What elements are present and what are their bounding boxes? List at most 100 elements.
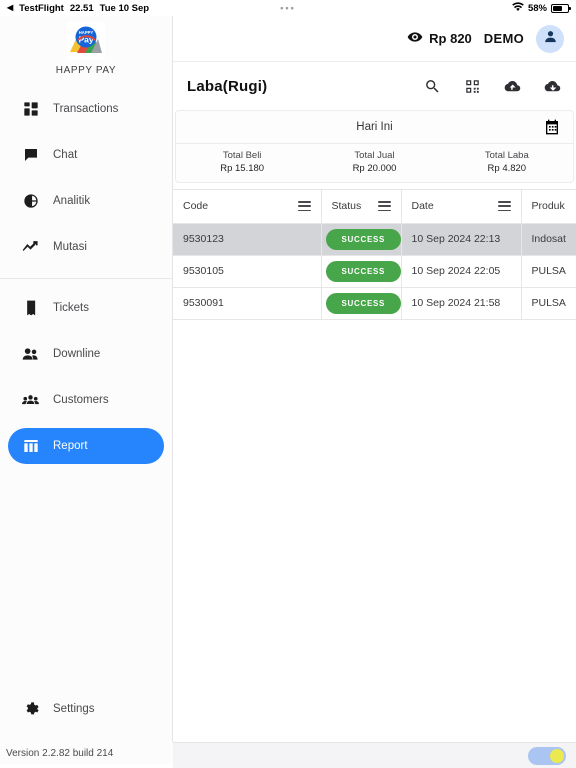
table-body: 9530123 SUCCESS 10 Sep 2024 22:13 Indosa… (173, 223, 576, 320)
sidebar-item-label: Analitik (53, 195, 91, 207)
status-bar-right: 58% (512, 1, 571, 15)
sidebar-item-downline[interactable]: Downline (8, 336, 164, 372)
column-label: Code (183, 200, 209, 213)
search-icon[interactable] (422, 76, 442, 96)
happy-pay-logo: HAPPY Pay (67, 22, 105, 60)
avatar[interactable] (536, 24, 564, 53)
ios-status-bar: ◀ TestFlight 22.51 Tue 10 Sep ••• 58% (0, 0, 576, 16)
sidebar-item-label: Settings (53, 703, 95, 715)
status-bar-date: Tue 10 Sep (99, 2, 150, 14)
theme-toggle[interactable] (528, 746, 566, 765)
total-value: Rp 15.180 (220, 163, 265, 174)
back-arrow-icon[interactable]: ◀ (7, 4, 13, 12)
version-label: Version 2.2.82 build 214 (0, 742, 173, 764)
summary-card: Hari Ini Total Beli Rp 15.180 Total Jual… (175, 110, 574, 183)
sidebar-item-settings[interactable]: Settings (8, 691, 164, 727)
status-bar-time: 22.51 (69, 2, 94, 14)
cell-code: 9530105 (173, 255, 322, 288)
total-laba: Total Laba Rp 4.820 (441, 150, 573, 175)
table-header-row: Code Status Date Produk (173, 190, 576, 224)
brand-name: HAPPY PAY (55, 65, 117, 76)
cell-date: 10 Sep 2024 21:58 (401, 287, 522, 320)
total-value: Rp 20.000 (352, 163, 397, 174)
gear-icon (22, 701, 39, 718)
total-jual: Total Jual Rp 20.000 (308, 150, 440, 175)
cell-product: PULSA (521, 287, 576, 320)
total-label: Total Jual (354, 150, 395, 162)
column-header-status[interactable]: Status (321, 190, 402, 224)
cell-status: SUCCESS (321, 223, 402, 256)
group-icon (22, 392, 39, 409)
bottom-strip: Version 2.2.82 build 214 (0, 742, 576, 768)
receipt-icon (22, 300, 39, 317)
status-badge: SUCCESS (325, 260, 402, 282)
toggle-knob (550, 748, 564, 763)
cell-product: Indosat (521, 223, 576, 256)
total-value: Rp 4.820 (487, 163, 527, 174)
wifi-icon (512, 1, 524, 15)
person-avatar-icon (543, 29, 558, 49)
period-row: Hari Ini (176, 111, 573, 144)
table-row[interactable]: 9530091 SUCCESS 10 Sep 2024 21:58 PULSA (173, 287, 576, 320)
sidebar-item-report[interactable]: Report (8, 428, 164, 464)
column-label: Date (411, 200, 434, 213)
table-row[interactable]: 9530105 SUCCESS 10 Sep 2024 22:05 PULSA (173, 255, 576, 288)
balance-amount: Rp 820 (429, 31, 472, 46)
sidebar-item-mutasi[interactable]: Mutasi (8, 229, 164, 265)
cloud-upload-icon[interactable] (502, 76, 522, 96)
column-menu-icon[interactable] (290, 201, 311, 212)
sidebar-item-analitik[interactable]: Analitik (8, 183, 164, 219)
sidebar-nav: Transactions Chat Analitik Mutasi Ticket… (0, 86, 172, 469)
report-table-container[interactable]: Code Status Date Produk 9530123 SUCCESS … (173, 189, 576, 742)
report-table: Code Status Date Produk 9530123 SUCCESS … (173, 190, 576, 320)
status-badge: SUCCESS (325, 228, 402, 250)
multitask-handle-icon[interactable]: ••• (280, 3, 295, 13)
column-label: Produk (531, 200, 565, 213)
sidebar-divider (0, 278, 172, 279)
total-label: Total Laba (484, 150, 529, 162)
app-body: HAPPY Pay HAPPY PAY Transactions Chat An… (0, 16, 576, 742)
app-root: ◀ TestFlight 22.51 Tue 10 Sep ••• 58% HA… (0, 0, 576, 768)
cell-code: 9530123 (173, 223, 322, 256)
balance-display[interactable]: Rp 820 (407, 29, 472, 48)
column-header-product[interactable]: Produk (521, 190, 576, 224)
period-label: Hari Ini (356, 121, 393, 133)
back-app-label[interactable]: TestFlight (19, 3, 64, 14)
column-header-code[interactable]: Code (173, 190, 322, 224)
page-actions (422, 76, 562, 96)
sidebar-item-chat[interactable]: Chat (8, 137, 164, 173)
column-menu-icon[interactable] (370, 201, 391, 212)
bottom-bar (173, 742, 576, 768)
total-beli: Total Beli Rp 15.180 (176, 150, 308, 175)
sidebar: HAPPY Pay HAPPY PAY Transactions Chat An… (0, 16, 173, 742)
qr-code-icon[interactable] (462, 76, 482, 96)
people-icon (22, 346, 39, 363)
sidebar-item-label: Downline (53, 348, 101, 360)
page-title: Laba(Rugi) (187, 77, 268, 95)
sidebar-item-transactions[interactable]: Transactions (8, 91, 164, 127)
column-header-date[interactable]: Date (401, 190, 522, 224)
column-label: Status (331, 200, 362, 213)
sidebar-bottom-nav: Settings (0, 686, 172, 742)
sidebar-item-label: Report (53, 440, 88, 452)
sidebar-item-label: Customers (53, 394, 109, 406)
sidebar-item-customers[interactable]: Customers (8, 382, 164, 418)
dashboard-grid-icon (22, 101, 39, 118)
page-header: Laba(Rugi) (173, 62, 576, 110)
account-label[interactable]: DEMO (484, 31, 524, 46)
eye-icon[interactable] (407, 29, 423, 48)
column-menu-icon[interactable] (490, 201, 511, 212)
cell-status: SUCCESS (321, 255, 402, 288)
cloud-download-icon[interactable] (542, 76, 562, 96)
table-row[interactable]: 9530123 SUCCESS 10 Sep 2024 22:13 Indosa… (173, 223, 576, 256)
cell-product: PULSA (521, 255, 576, 288)
trend-up-icon (22, 239, 39, 256)
cell-status: SUCCESS (321, 287, 402, 320)
sidebar-item-tickets[interactable]: Tickets (8, 290, 164, 326)
report-columns-icon (22, 438, 39, 455)
sidebar-item-label: Chat (53, 149, 78, 161)
calendar-icon[interactable] (543, 118, 561, 136)
cell-date: 10 Sep 2024 22:05 (401, 255, 522, 288)
totals-row: Total Beli Rp 15.180 Total Jual Rp 20.00… (176, 144, 573, 182)
